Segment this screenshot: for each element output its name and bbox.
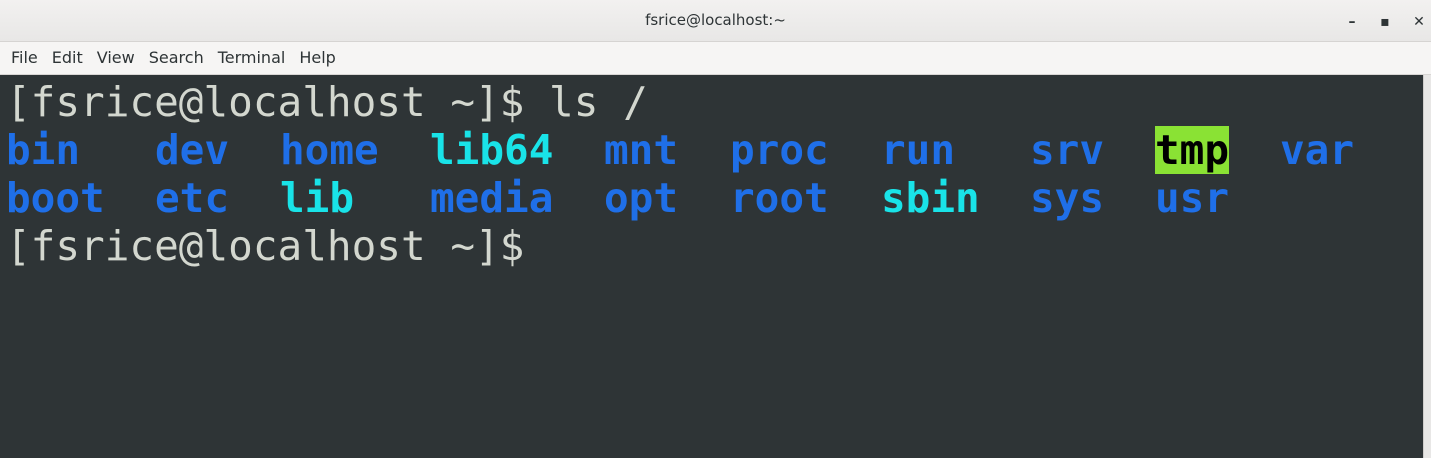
ls-entry-run: run	[881, 126, 956, 174]
ls-entry-dev: dev	[155, 126, 230, 174]
ls-entry-lib64: lib64	[430, 126, 554, 174]
menu-terminal[interactable]: Terminal	[211, 45, 293, 71]
ls-entry-srv: srv	[1030, 126, 1105, 174]
ls-entry-sbin: sbin	[881, 174, 980, 222]
vertical-scrollbar[interactable]	[1423, 75, 1431, 458]
ls-entry-boot: boot	[6, 174, 105, 222]
ls-entry-home: home	[280, 126, 379, 174]
ls-entry-tmp: tmp	[1155, 126, 1230, 174]
menu-help[interactable]: Help	[292, 45, 342, 71]
command-line: [fsrice@localhost ~]$ ls /	[6, 78, 648, 126]
terminal-window: fsrice@localhost:~ – ▪ ✕ File Edit View …	[0, 0, 1431, 458]
close-icon: ✕	[1413, 14, 1425, 30]
ls-entry-media: media	[430, 174, 554, 222]
terminal-output[interactable]: [fsrice@localhost ~]$ ls / bin dev home …	[0, 75, 1423, 458]
menu-view[interactable]: View	[90, 45, 142, 71]
ls-entry-etc: etc	[155, 174, 230, 222]
window-title: fsrice@localhost:~	[645, 11, 786, 29]
ls-entry-root: root	[730, 174, 829, 222]
maximize-button[interactable]: ▪	[1374, 11, 1396, 33]
minimize-icon: –	[1348, 14, 1356, 30]
menu-edit[interactable]: Edit	[45, 45, 90, 71]
ls-entry-mnt: mnt	[604, 126, 679, 174]
menu-bar: File Edit View Search Terminal Help	[0, 42, 1431, 75]
close-button[interactable]: ✕	[1408, 11, 1430, 33]
ls-entry-lib: lib	[280, 174, 355, 222]
menu-search[interactable]: Search	[142, 45, 211, 71]
ls-entry-proc: proc	[730, 126, 829, 174]
maximize-icon: ▪	[1380, 14, 1390, 30]
ls-entry-usr: usr	[1155, 174, 1230, 222]
menu-file[interactable]: File	[4, 45, 45, 71]
ls-entry-var: var	[1280, 126, 1355, 174]
ls-entry-bin: bin	[6, 126, 81, 174]
title-bar[interactable]: fsrice@localhost:~ – ▪ ✕	[0, 0, 1431, 42]
prompt-line: [fsrice@localhost ~]$	[6, 222, 525, 270]
minimize-button[interactable]: –	[1341, 11, 1363, 33]
ls-entry-sys: sys	[1030, 174, 1105, 222]
ls-entry-opt: opt	[604, 174, 679, 222]
